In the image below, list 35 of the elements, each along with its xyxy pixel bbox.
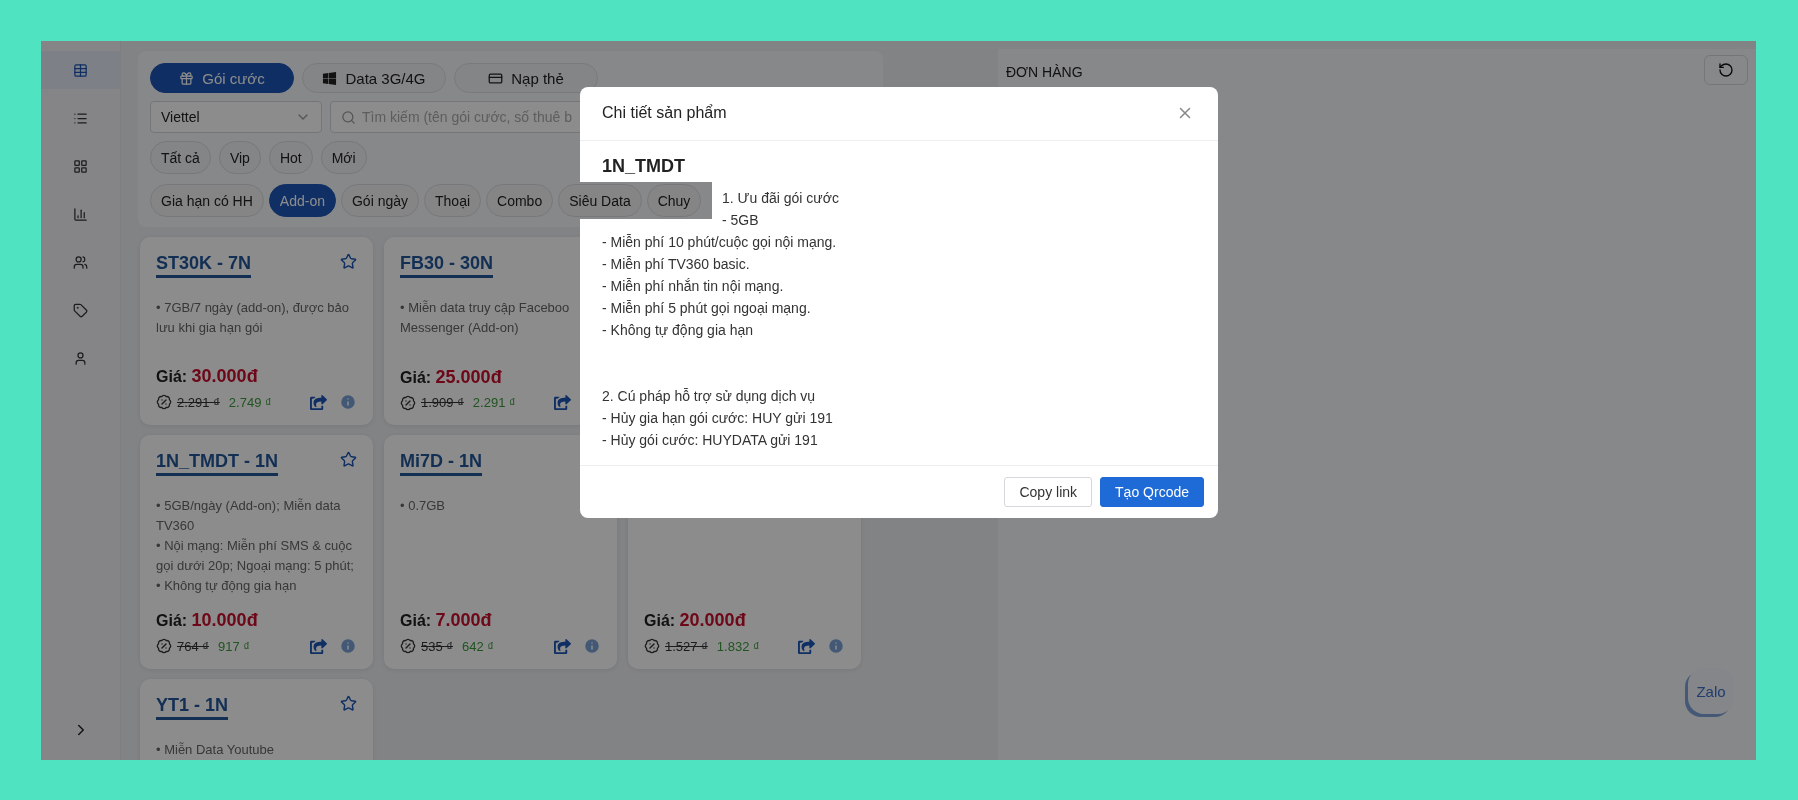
detail-line: - Không tự động gia hạn — [602, 320, 755, 340]
product-name: 1N_TMDT — [602, 154, 686, 177]
old-price: 1.527 ₫ — [665, 638, 708, 654]
old-price: 2.291 ₫ — [177, 394, 220, 410]
product-feature: • Nội mạng: Miễn phí SMS & cuộc gọi dưới 20p; Ngoại mạng: 5 phút; — [156, 537, 355, 575]
price-text: Giá: 25.000đ — [400, 367, 503, 388]
panel-title: ĐƠN HÀNG — [1006, 64, 1083, 80]
commission-price: 917 ₫ — [218, 638, 250, 654]
detail-line: - Miễn phí nhắn tin nội mạng. — [602, 276, 785, 296]
old-price: 1.909 ₫ — [421, 395, 464, 410]
old-price: 535 ₫ — [421, 638, 453, 654]
price-text: Giá: 30.000đ — [156, 366, 259, 387]
price-text: Giá: 20.000đ — [644, 610, 747, 631]
product-feature: • 5GB/ngày (Add-on); Miễn data TV360 — [156, 497, 342, 535]
commission-price: 2.291 ₫ — [472, 395, 516, 410]
detail-line: - Hủy gia hạn gói cước: HUY gửi 191 — [602, 408, 834, 428]
price-text: Giá: 7.000đ — [400, 610, 493, 631]
product-feature: • Miễn Data Youtube — [156, 741, 276, 759]
detail-line: - 5GB — [722, 210, 760, 230]
product-feature: • Không tự động gia hạn — [156, 577, 298, 595]
price-text: Giá: 10.000đ — [156, 610, 259, 631]
detail-line: - Hủy gói cước: HUYDATA gửi 191 — [602, 430, 819, 450]
detail-line: - Miễn phí 5 phút gọi ngoại mạng. — [602, 298, 812, 318]
commission-price: 2.749 ₫ — [228, 394, 272, 410]
detail-line: - Miễn phí 10 phút/cuộc gọi nội mạng. — [602, 232, 838, 252]
detail-line: - Miễn phí TV360 basic. — [602, 254, 751, 274]
old-price: 764 ₫ — [177, 638, 209, 654]
product-feature: • 0.7GB — [400, 497, 447, 515]
detail-line: 2. Cú pháp hỗ trợ sử dụng dịch vụ — [602, 386, 817, 406]
detail-line: 1. Ưu đãi gói cước — [722, 188, 840, 208]
dialog-title: Chi tiết sản phẩm — [602, 104, 727, 123]
commission-price: 642 ₫ — [462, 638, 494, 654]
product-feature: • Miễn data truy cập Faceboo Messenger (Add-on) — [400, 299, 571, 337]
commission-price: 1.832 ₫ — [716, 638, 760, 654]
product-feature: • 7GB/7 ngày (add-on), được bảo lưu khi gia hạn gói — [156, 299, 351, 337]
